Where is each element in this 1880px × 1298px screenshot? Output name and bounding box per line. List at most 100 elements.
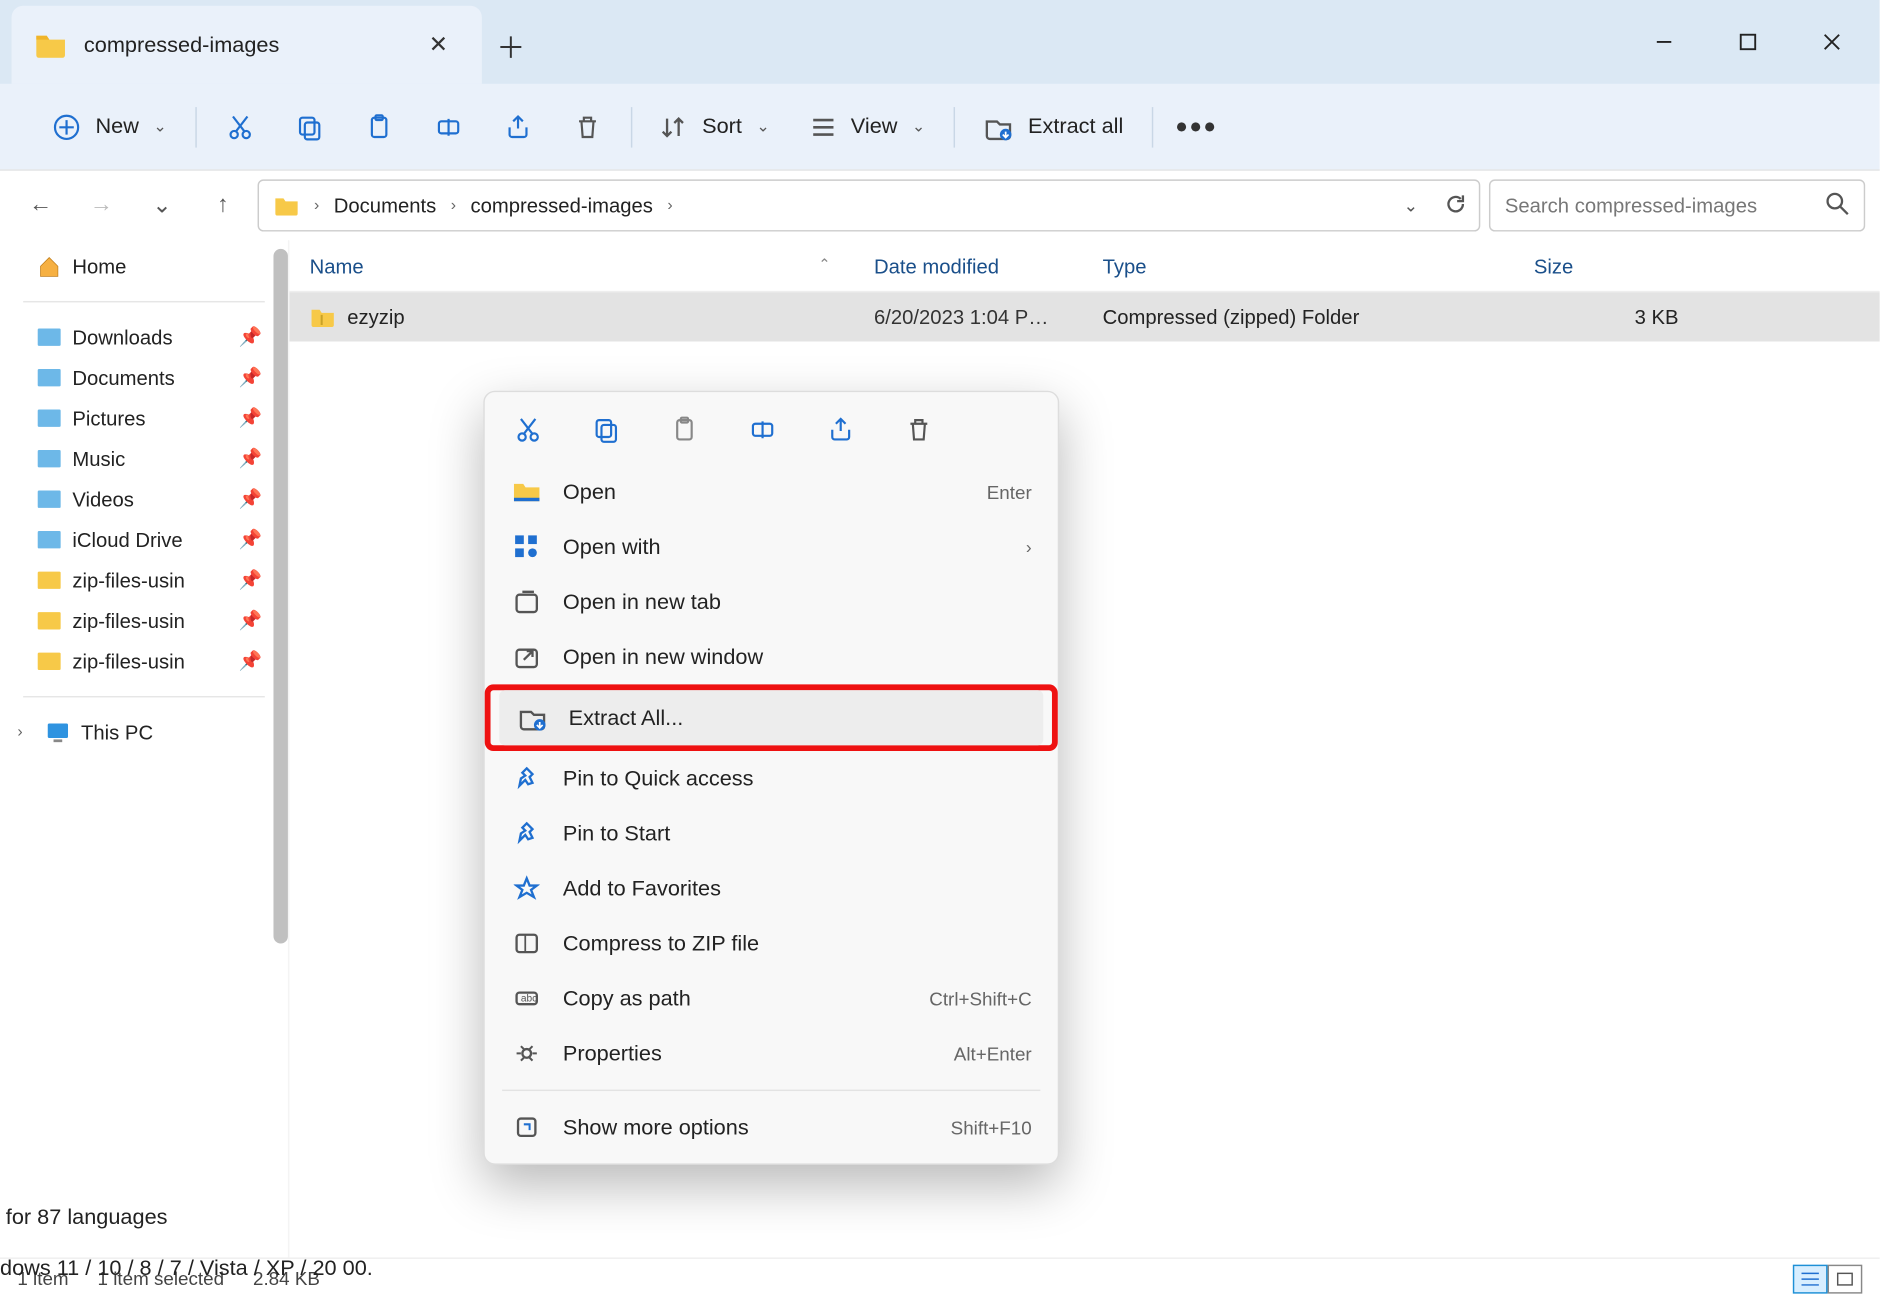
sidebar-item-documents[interactable]: Documents📌 <box>0 357 288 398</box>
ctx-rename-button[interactable] <box>745 412 780 447</box>
file-name: ezyzip <box>347 305 404 328</box>
refresh-button[interactable] <box>1444 187 1467 225</box>
sidebar-item-zip3[interactable]: zip-files-usin📌 <box>0 641 288 682</box>
pin-icon <box>511 763 543 795</box>
ctx-pin-start[interactable]: Pin to Start <box>485 806 1058 861</box>
sidebar-home-label: Home <box>72 255 126 278</box>
breadcrumb-compressed-images[interactable]: compressed-images <box>471 194 653 217</box>
sidebar-scrollbar[interactable] <box>273 249 287 944</box>
ctx-compress-zip[interactable]: Compress to ZIP file <box>485 916 1058 971</box>
ctx-shortcut: Enter <box>987 481 1032 503</box>
ctx-open-with[interactable]: Open with › <box>485 519 1058 574</box>
recent-locations-button[interactable]: ⌄ <box>136 179 188 231</box>
sidebar-item-this-pc[interactable]: ›This PC <box>0 712 288 753</box>
ctx-label: Properties <box>563 1041 662 1066</box>
new-icon <box>52 112 81 141</box>
col-size[interactable]: Size <box>1534 254 1708 277</box>
address-bar[interactable]: › Documents › compressed-images › ⌄ <box>258 179 1481 231</box>
sidebar-item-pictures[interactable]: Pictures 📌 <box>0 398 288 439</box>
chevron-right-icon: › <box>17 724 34 741</box>
sidebar-item-zip2[interactable]: zip-files-usin📌 <box>0 601 288 642</box>
navigation-row: ← → ⌄ ↑ › Documents › compressed-images … <box>0 171 1880 240</box>
rename-button[interactable] <box>434 112 463 141</box>
ctx-extract-all[interactable]: Extract All... <box>499 690 1043 745</box>
ctx-label: Copy as path <box>563 986 691 1011</box>
sidebar-item-videos[interactable]: Videos📌 <box>0 479 288 520</box>
breadcrumb-documents[interactable]: Documents <box>334 194 436 217</box>
extract-label: Extract all <box>1028 114 1123 139</box>
new-button[interactable]: New ⌄ <box>52 112 167 141</box>
file-date: 6/20/2023 1:04 P… <box>874 305 1103 328</box>
thumbnails-view-button[interactable] <box>1828 1264 1863 1293</box>
forward-button[interactable]: → <box>75 179 127 231</box>
details-view-button[interactable] <box>1793 1264 1828 1293</box>
tab-compressed-images[interactable]: compressed-images ✕ <box>12 6 482 84</box>
ctx-paste-button[interactable] <box>667 412 702 447</box>
ctx-cut-button[interactable] <box>511 412 546 447</box>
extract-all-button[interactable]: Extract all <box>985 112 1124 141</box>
context-mini-toolbar <box>485 401 1058 465</box>
ctx-open-new-window[interactable]: Open in new window <box>485 629 1058 684</box>
up-button[interactable]: ↑ <box>197 179 249 231</box>
more-button[interactable]: ••• <box>1183 112 1212 141</box>
sort-indicator-icon: ⌃ <box>818 258 830 274</box>
search-input[interactable]: Search compressed-images <box>1489 179 1865 231</box>
minimize-button[interactable] <box>1622 7 1706 76</box>
copy-button[interactable] <box>296 112 325 141</box>
chevron-down-icon: ⌄ <box>756 117 769 136</box>
background-text-line1: for 87 languages <box>0 1205 168 1230</box>
sidebar-label: Documents <box>72 366 174 389</box>
ctx-label: Open with <box>563 535 661 560</box>
ctx-pin-quick[interactable]: Pin to Quick access <box>485 751 1058 806</box>
chevron-right-icon: › <box>314 197 319 214</box>
sidebar-item-home[interactable]: Home <box>0 246 288 287</box>
new-tab-button[interactable]: ＋ <box>482 6 540 84</box>
search-icon <box>1826 192 1849 219</box>
sidebar-label: Pictures <box>72 407 145 430</box>
cut-button[interactable] <box>226 112 255 141</box>
view-button[interactable]: View ⌄ <box>810 114 925 140</box>
col-date[interactable]: Date modified <box>874 254 1103 277</box>
ctx-label: Show more options <box>563 1115 749 1140</box>
close-window-button[interactable] <box>1790 7 1874 76</box>
ctx-label: Extract All... <box>569 705 684 730</box>
sidebar-item-music[interactable]: Music📌 <box>0 438 288 479</box>
ctx-show-more[interactable]: Show more options Shift+F10 <box>485 1100 1058 1155</box>
pin-icon: 📌 <box>238 326 261 349</box>
sort-button[interactable]: Sort ⌄ <box>662 114 770 140</box>
ctx-properties[interactable]: Properties Alt+Enter <box>485 1026 1058 1081</box>
sidebar-label: zip-files-usin <box>72 569 185 592</box>
address-history-button[interactable]: ⌄ <box>1403 195 1418 215</box>
ctx-open[interactable]: Open Enter <box>485 464 1058 519</box>
ctx-copy-path[interactable]: abc Copy as path Ctrl+Shift+C <box>485 971 1058 1026</box>
back-button[interactable]: ← <box>14 179 66 231</box>
new-tab-icon <box>511 586 543 618</box>
paste-button[interactable] <box>365 112 394 141</box>
ctx-open-new-tab[interactable]: Open in new tab <box>485 574 1058 629</box>
home-icon <box>38 255 61 278</box>
ctx-label: Pin to Start <box>563 821 670 846</box>
ctx-label: Open <box>563 480 616 505</box>
pin-icon: 📌 <box>238 650 261 673</box>
close-tab-button[interactable]: ✕ <box>418 25 459 66</box>
ctx-add-favorites[interactable]: Add to Favorites <box>485 861 1058 916</box>
path-icon: abc <box>511 983 543 1015</box>
sidebar-item-zip1[interactable]: zip-files-usin📌 <box>0 560 288 601</box>
column-headers[interactable]: Name ⌃ Date modified Type Size <box>289 240 1879 292</box>
col-name[interactable]: Name <box>310 254 364 277</box>
pin-icon: 📌 <box>238 407 261 430</box>
share-button[interactable] <box>504 112 533 141</box>
ctx-delete-button[interactable] <box>901 412 936 447</box>
col-type[interactable]: Type <box>1103 254 1534 277</box>
chevron-right-icon: › <box>1026 537 1032 557</box>
chevron-down-icon: ⌄ <box>912 117 925 136</box>
file-row-ezyzip[interactable]: ezyzip 6/20/2023 1:04 P… Compressed (zip… <box>289 292 1879 341</box>
sidebar-item-icloud[interactable]: iCloud Drive📌 <box>0 519 288 560</box>
sidebar-label: Downloads <box>72 326 172 349</box>
ctx-share-button[interactable] <box>823 412 858 447</box>
delete-button[interactable] <box>573 112 602 141</box>
sidebar-item-downloads[interactable]: Downloads 📌 <box>0 317 288 358</box>
ctx-copy-button[interactable] <box>589 412 624 447</box>
ctx-label: Add to Favorites <box>563 876 721 901</box>
maximize-button[interactable] <box>1706 7 1790 76</box>
